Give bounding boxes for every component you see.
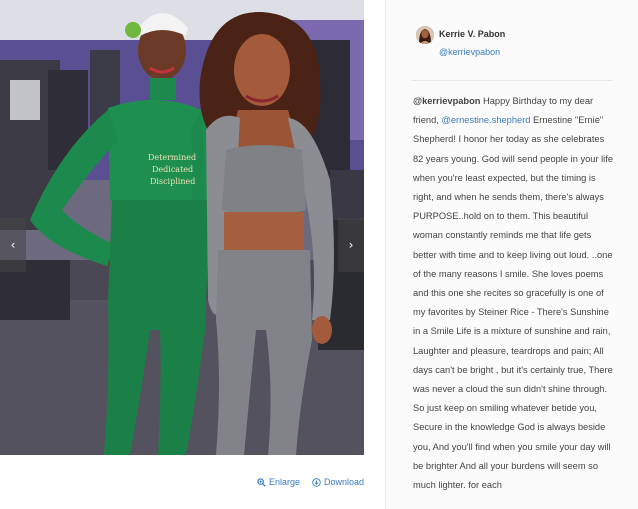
enlarge-link[interactable]: Enlarge [257, 477, 300, 487]
chevron-right-icon: › [348, 238, 354, 252]
author-handle-link[interactable]: @kerrievpabon [439, 47, 500, 57]
chevron-left-icon: ‹ [10, 238, 16, 252]
divider [412, 80, 612, 81]
photo-viewer: Determined Dedicated Disciplined ‹ › [0, 0, 364, 455]
next-photo-button[interactable]: › [338, 218, 364, 272]
download-label: Download [323, 477, 364, 487]
caption-author-mention[interactable]: @kerrievpabon [413, 96, 480, 106]
download-icon [312, 477, 321, 487]
svg-text:Determined: Determined [148, 153, 196, 162]
post-photo: Determined Dedicated Disciplined [0, 0, 364, 455]
mention-link[interactable]: @ernestine.shepherd [441, 115, 530, 125]
svg-text:Disciplined: Disciplined [150, 177, 195, 186]
avatar[interactable] [416, 26, 434, 44]
author-name[interactable]: Kerrie V. Pabon [439, 29, 505, 39]
svg-text:Dedicated: Dedicated [152, 165, 193, 174]
post-details-panel: Kerrie V. Pabon @kerrievpabon @kerrievpa… [385, 0, 638, 509]
caption-text: Ernestine "Ernie" Shepherd! I honor her … [413, 115, 614, 491]
download-link[interactable]: Download [312, 477, 364, 487]
enlarge-label: Enlarge [268, 477, 300, 487]
author-block: Kerrie V. Pabon @kerrievpabon [416, 26, 616, 66]
post-caption: @kerrievpabon Happy Birthday to my dear … [413, 92, 617, 495]
photo-actions: Enlarge Download [257, 477, 364, 487]
magnify-icon [257, 477, 266, 487]
previous-photo-button[interactable]: ‹ [0, 218, 26, 272]
